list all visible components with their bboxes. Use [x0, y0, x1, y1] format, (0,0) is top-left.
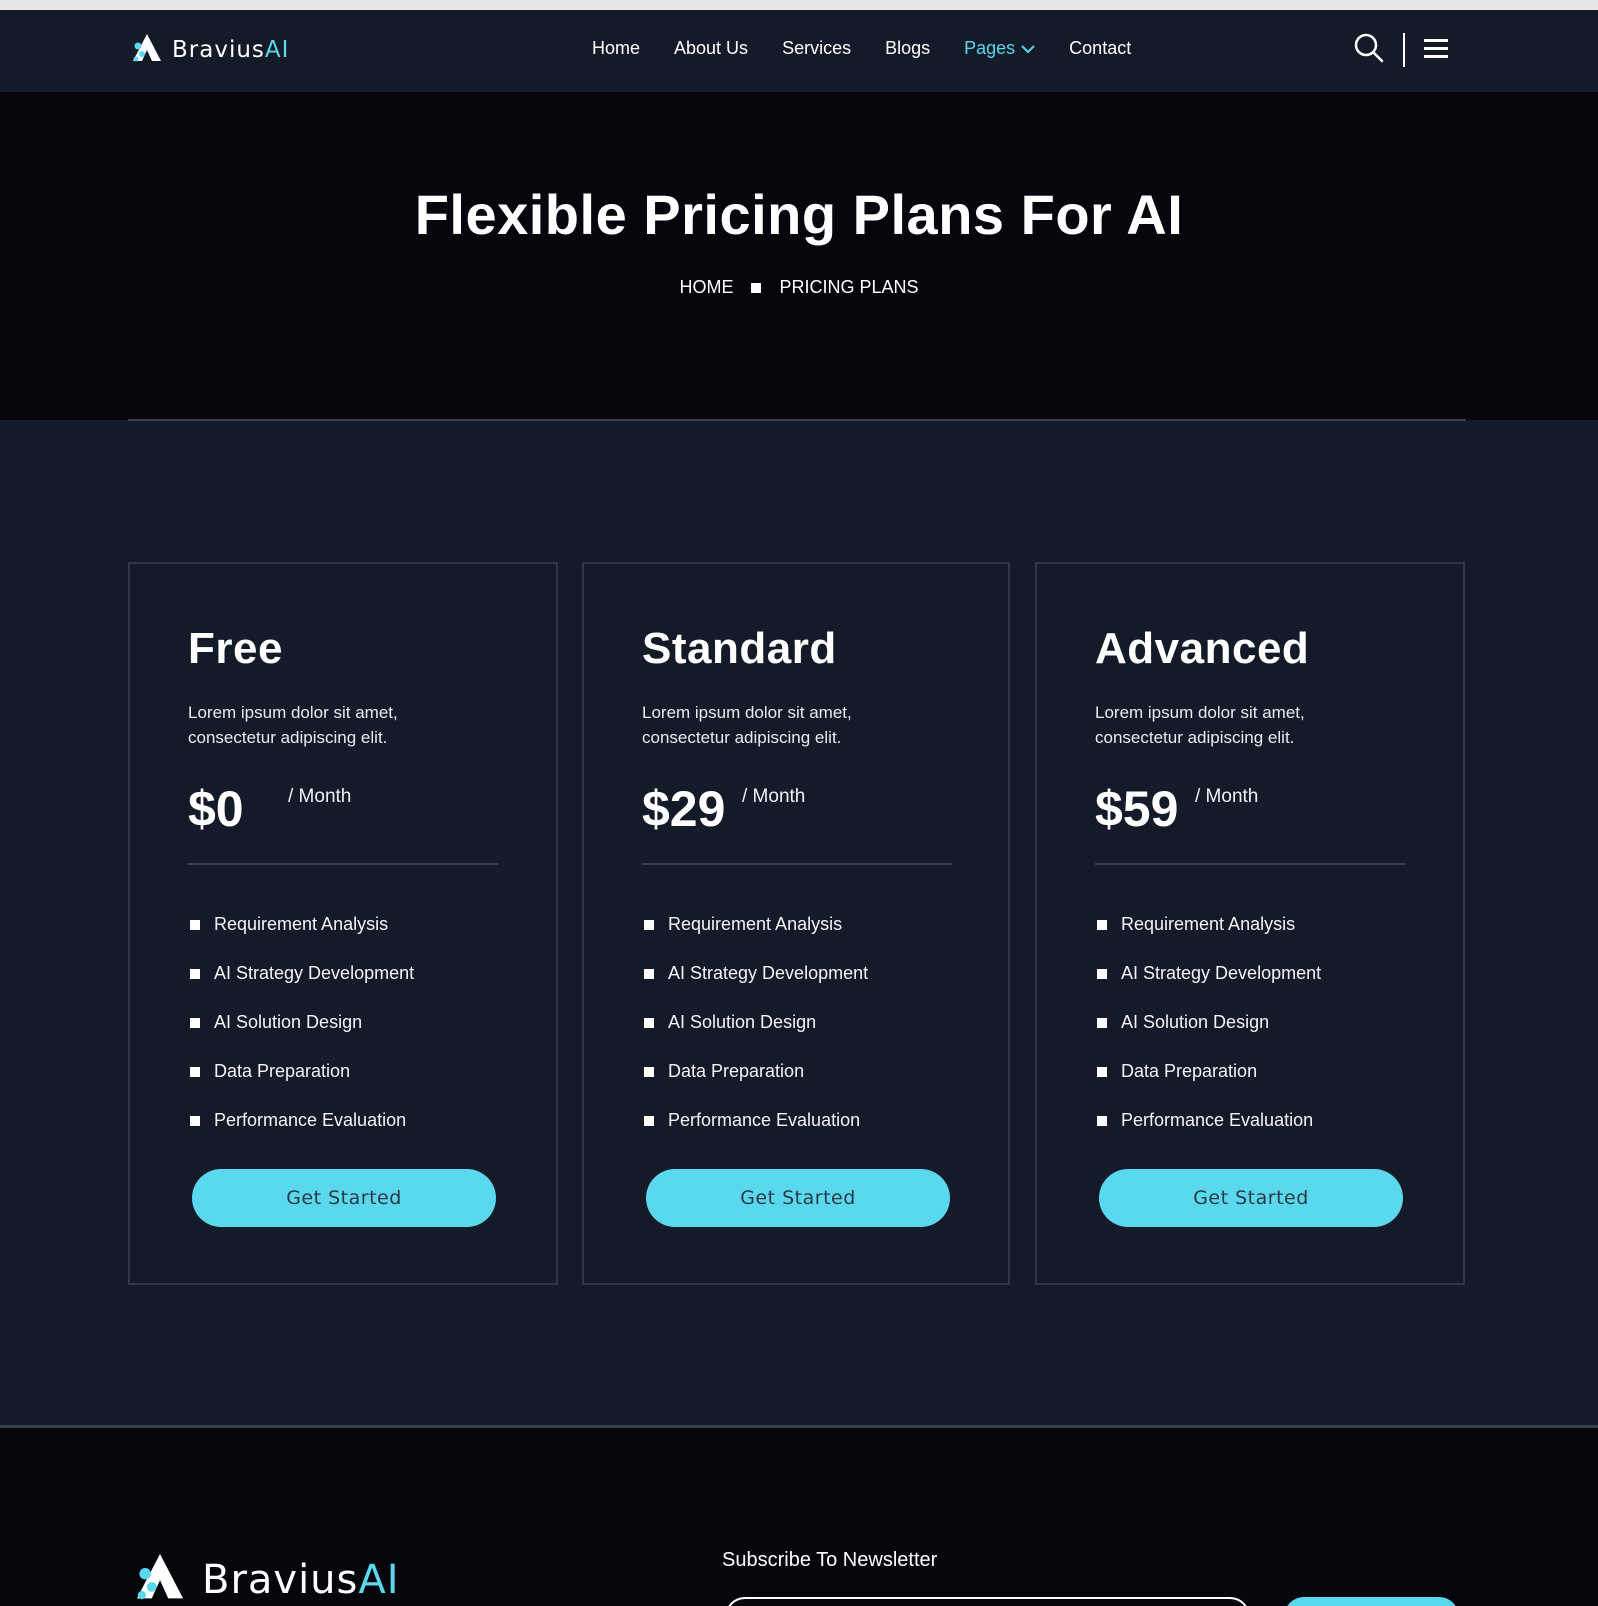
bullet-square-icon	[644, 1066, 654, 1077]
plan-features: Requirement Analysis AI Strategy Develop…	[190, 900, 414, 1145]
breadcrumb-current: PRICING PLANS	[779, 277, 919, 297]
plan-description: Lorem ipsum dolor sit amet, consectetur …	[1095, 703, 1305, 747]
bullet-square-icon	[1097, 1066, 1107, 1077]
bullet-square-icon	[644, 1017, 654, 1028]
newsletter-subscribe-button[interactable]	[1284, 1597, 1459, 1606]
hero-divider	[128, 419, 1466, 421]
get-started-button-standard[interactable]: Get Started	[646, 1169, 950, 1227]
search-icon[interactable]	[1353, 32, 1385, 69]
nav-tool-divider	[1403, 33, 1405, 67]
newsletter-email-input[interactable]	[725, 1597, 1250, 1606]
plan-description: Lorem ipsum dolor sit amet, consectetur …	[642, 703, 852, 747]
nav-pages[interactable]: Pages	[964, 38, 1035, 59]
bullet-square-icon	[1097, 968, 1107, 979]
breadcrumb: HOME PRICING PLANS	[0, 277, 1598, 298]
nav-about-us[interactable]: About Us	[674, 38, 748, 59]
plan-description: Lorem ipsum dolor sit amet, consectetur …	[188, 703, 398, 747]
plan-name: Advanced	[1095, 624, 1310, 673]
plan-features: Requirement Analysis AI Strategy Develop…	[1097, 900, 1321, 1145]
feature-item: Performance Evaluation	[190, 1096, 414, 1145]
feature-item: AI Strategy Development	[1097, 949, 1321, 998]
bullet-square-icon	[190, 1066, 200, 1077]
plan-name: Free	[188, 624, 283, 673]
nav-services[interactable]: Services	[782, 38, 851, 59]
bullet-square-icon	[644, 1115, 654, 1126]
menu-icon[interactable]	[1423, 36, 1449, 65]
breadcrumb-separator	[751, 282, 762, 293]
window-top-strip	[0, 0, 1598, 10]
navbar: BraviusAI Home About Us Services Blogs P…	[0, 10, 1598, 92]
plan-period: / Month	[742, 786, 806, 807]
nav-blogs[interactable]: Blogs	[885, 38, 930, 59]
feature-item: AI Solution Design	[1097, 998, 1321, 1047]
bullet-square-icon	[644, 968, 654, 979]
feature-item: Data Preparation	[190, 1047, 414, 1096]
plan-price: $0	[188, 781, 244, 837]
feature-item: AI Strategy Development	[190, 949, 414, 998]
main-nav: Home About Us Services Blogs Pages Conta…	[592, 38, 1131, 59]
nav-pages-label: Pages	[964, 38, 1016, 58]
feature-item: Data Preparation	[644, 1047, 868, 1096]
feature-item: AI Solution Design	[644, 998, 868, 1047]
feature-item: AI Strategy Development	[644, 949, 868, 998]
breadcrumb-home[interactable]: HOME	[679, 277, 733, 298]
get-started-button-free[interactable]: Get Started	[192, 1169, 496, 1227]
newsletter-label: Subscribe To Newsletter	[722, 1549, 938, 1571]
feature-item: Requirement Analysis	[190, 900, 414, 949]
nav-home[interactable]: Home	[592, 38, 640, 59]
bravius-logo-icon	[130, 32, 164, 69]
bullet-square-icon	[190, 968, 200, 979]
pricing-card-advanced: Advanced Lorem ipsum dolor sit amet, con…	[1035, 562, 1465, 1285]
plan-period: / Month	[1195, 786, 1259, 807]
bravius-logo-icon	[132, 1550, 188, 1606]
brand-logo[interactable]: BraviusAI	[130, 32, 289, 68]
bullet-square-icon	[644, 919, 654, 930]
plan-period: / Month	[288, 786, 352, 807]
plan-price: $29	[642, 781, 726, 837]
brand-name: BraviusAI	[172, 37, 290, 63]
plan-divider	[642, 863, 952, 865]
feature-item: Performance Evaluation	[1097, 1096, 1321, 1145]
plan-features: Requirement Analysis AI Strategy Develop…	[644, 900, 868, 1145]
feature-item: AI Solution Design	[190, 998, 414, 1047]
feature-item: Data Preparation	[1097, 1047, 1321, 1096]
footer: BraviusAI Subscribe To Newsletter	[0, 1428, 1598, 1606]
feature-item: Requirement Analysis	[1097, 900, 1321, 949]
footer-brand-name: BraviusAI	[202, 1556, 400, 1603]
bullet-square-icon	[1097, 919, 1107, 930]
page-title: Flexible Pricing Plans For AI	[414, 183, 1184, 246]
bullet-square-icon	[190, 1115, 200, 1126]
feature-item: Requirement Analysis	[644, 900, 868, 949]
page-hero: Flexible Pricing Plans For AI HOME PRICI…	[0, 92, 1598, 420]
nav-contact[interactable]: Contact	[1069, 38, 1131, 59]
feature-item: Performance Evaluation	[644, 1096, 868, 1145]
plan-divider	[188, 863, 498, 865]
nav-tools	[1353, 32, 1449, 68]
plan-divider	[1095, 863, 1405, 865]
bullet-square-icon	[1097, 1115, 1107, 1126]
plan-price: $59	[1095, 781, 1179, 837]
bullet-square-icon	[1097, 1017, 1107, 1028]
bullet-square-icon	[190, 919, 200, 930]
bullet-square-icon	[190, 1017, 200, 1028]
footer-brand-logo[interactable]: BraviusAI	[132, 1550, 400, 1606]
chevron-down-icon	[1021, 38, 1035, 59]
pricing-card-standard: Standard Lorem ipsum dolor sit amet, con…	[582, 562, 1010, 1285]
get-started-button-advanced[interactable]: Get Started	[1099, 1169, 1403, 1227]
pricing-card-free: Free Lorem ipsum dolor sit amet, consect…	[128, 562, 558, 1285]
plan-name: Standard	[642, 624, 837, 673]
